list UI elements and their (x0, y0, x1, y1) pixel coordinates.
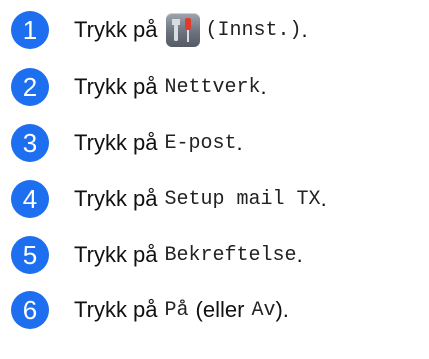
step-code-alt: Av (251, 298, 276, 322)
step-number-badge: 5 (11, 236, 49, 274)
step-instruction: Trykk på (74, 74, 158, 99)
step-number-badge: 1 (11, 11, 49, 49)
step-code: På (164, 298, 189, 322)
step-text: Trykk på Setup mail TX . (74, 186, 327, 212)
step-middle: (eller (195, 297, 245, 322)
step-number-badge: 4 (11, 180, 49, 218)
step-instruction: Trykk på (74, 186, 158, 211)
step-end: . (260, 74, 267, 99)
step-number-badge: 3 (11, 124, 49, 162)
step-6: 6 Trykk på På (eller Av ). (0, 290, 429, 330)
step-text: Trykk på På (eller Av ). (74, 297, 289, 323)
step-2: 2 Trykk på Nettverk . (0, 67, 429, 107)
step-3: 3 Trykk på E-post . (0, 123, 429, 163)
step-code: Nettverk (164, 75, 261, 99)
step-4: 4 Trykk på Setup mail TX . (0, 179, 429, 219)
step-instruction: Trykk på (74, 130, 158, 155)
step-number-badge: 2 (11, 68, 49, 106)
step-end: ). (275, 297, 289, 322)
instruction-steps: 1 Trykk på (Innst.) . 2 Trykk på Nettver… (0, 0, 429, 359)
step-text: Trykk på Nettverk . (74, 74, 267, 100)
step-text: Trykk på Bekreftelse . (74, 242, 303, 268)
step-instruction: Trykk på (74, 242, 158, 267)
step-text: Trykk på E-post . (74, 130, 243, 156)
step-end: . (301, 17, 308, 42)
step-text: Trykk på (Innst.) . (74, 13, 308, 47)
step-1: 1 Trykk på (Innst.) . (0, 10, 429, 50)
step-instruction: Trykk på (74, 17, 158, 42)
step-code: Setup mail TX (164, 187, 321, 211)
step-instruction: Trykk på (74, 297, 158, 322)
step-number-badge: 6 (11, 291, 49, 329)
step-end: . (236, 130, 243, 155)
step-code: E-post (164, 131, 237, 155)
step-code: Bekreftelse (164, 243, 297, 267)
step-code: (Innst.) (205, 18, 302, 42)
step-end: . (320, 186, 327, 211)
step-end: . (296, 242, 303, 267)
step-5: 5 Trykk på Bekreftelse . (0, 235, 429, 275)
settings-tools-icon[interactable] (165, 13, 200, 47)
